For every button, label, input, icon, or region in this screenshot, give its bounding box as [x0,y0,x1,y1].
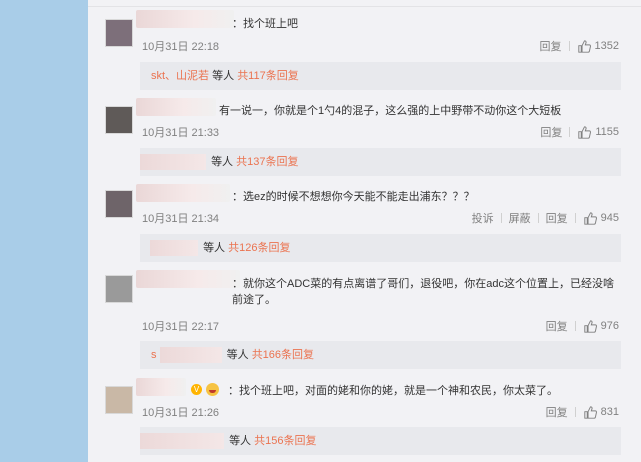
avatar[interactable] [105,190,133,218]
reply-mid: 等人 [211,156,234,168]
reply-users-blurred[interactable] [159,347,222,364]
comment-meta: 10月31日 22:17 回复 976 [142,318,619,334]
reply-mid: 等人 [212,70,235,82]
comment-text: ：找个班上吧，对面的姥和你的姥，就是一个神和农民，你太菜了。 [228,385,558,397]
comment-actions: 回复 1352 [533,38,619,54]
reply-count[interactable]: 共156条回复 [254,435,316,447]
like-count: 945 [600,212,619,224]
reply-summary[interactable]: 等人 共137条回复 [140,148,621,176]
reply-button[interactable]: 回复 [533,124,569,140]
reply-summary[interactable]: s 等人 共166条回复 [140,341,621,369]
comment-panel: ：找个班上吧 10月31日 22:18 回复 1352 skt、山泥若 等人 共… [88,0,641,462]
reply-summary[interactable]: 等人 共126条回复 [140,234,621,262]
comment-text: ：就你这个ADC菜的有点离谱了哥们，退役吧，你在adc这个位置上，已经没啥前途了… [232,278,614,306]
comment-actions: 回复 976 [539,318,619,334]
thumbs-up-icon [583,211,597,225]
username-blurred[interactable] [136,98,216,116]
comment-time: 10月31日 21:26 [142,407,220,419]
top-divider [88,0,641,7]
like-button[interactable]: 976 [576,319,619,333]
comment-text: ：找个班上吧 [232,18,298,30]
comment-actions: 回复 1155 [533,124,619,140]
badges: V [190,383,220,396]
reply-mid: 等人 [229,435,252,447]
like-count: 1155 [595,126,619,138]
like-button[interactable]: 945 [576,211,619,225]
reply-users-blurred[interactable] [150,240,198,257]
username-blurred[interactable] [136,10,234,28]
thumbs-up-icon [577,39,591,53]
like-button[interactable]: 1352 [570,39,619,53]
comment-time: 10月31日 21:33 [142,127,220,139]
reply-users-blurred[interactable] [140,154,206,171]
comment-meta: 10月31日 21:33 回复 1155 [142,124,619,140]
reply-summary[interactable]: 等人 共156条回复 [140,427,621,455]
reply-button[interactable]: 回复 [533,38,569,54]
comment-meta: 10月31日 21:26 回复 831 [142,404,619,420]
like-count: 1352 [594,40,619,52]
comment-actions: 投诉 屏蔽 回复 945 [465,210,619,226]
reply-users[interactable]: skt、山泥若 [140,70,209,82]
reply-button[interactable]: 回复 [539,210,575,226]
comment-text: ：选ez的时候不想想你今天能不能走出浦东？？？ [232,191,475,203]
reply-mid: 等人 [226,349,249,361]
reply-count[interactable]: 共166条回复 [252,349,314,361]
comment-time: 10月31日 21:34 [142,213,220,225]
reply-users[interactable]: s [140,349,157,361]
username-blurred[interactable] [136,378,186,396]
comment-time: 10月31日 22:17 [142,321,220,333]
like-button[interactable]: 831 [576,405,619,419]
comment-time: 10月31日 22:18 [142,41,220,53]
username-blurred[interactable] [136,270,240,288]
reply-users-blurred[interactable] [140,433,224,450]
reply-count[interactable]: 共126条回复 [228,242,290,254]
reply-mid: 等人 [203,242,226,254]
emoji-icon [206,383,220,396]
avatar[interactable] [105,19,133,47]
reply-count[interactable]: 共117条回复 [237,70,299,82]
avatar[interactable] [105,275,133,303]
avatar[interactable] [105,106,133,134]
comment-meta: 10月31日 21:34 投诉 屏蔽 回复 945 [142,210,619,226]
reply-summary[interactable]: skt、山泥若 等人 共117条回复 [140,62,621,90]
block-button[interactable]: 屏蔽 [502,210,538,226]
report-button[interactable]: 投诉 [465,210,501,226]
comment-meta: 10月31日 22:18 回复 1352 [142,38,619,54]
username-blurred[interactable] [136,184,230,202]
reply-button[interactable]: 回复 [539,318,575,334]
like-button[interactable]: 1155 [570,125,619,139]
thumbs-up-icon [583,405,597,419]
like-count: 831 [600,406,619,418]
comment-text: 有一说一，你就是个1勺4的混子，这么强的上中野带不动你这个大短板 [219,105,562,117]
reply-button[interactable]: 回复 [539,404,575,420]
v-badge-icon: V [191,384,202,395]
thumbs-up-icon [583,319,597,333]
avatar[interactable] [105,386,133,414]
reply-count[interactable]: 共137条回复 [236,156,298,168]
thumbs-up-icon [578,125,592,139]
like-count: 976 [600,320,619,332]
comment-actions: 回复 831 [539,404,619,420]
